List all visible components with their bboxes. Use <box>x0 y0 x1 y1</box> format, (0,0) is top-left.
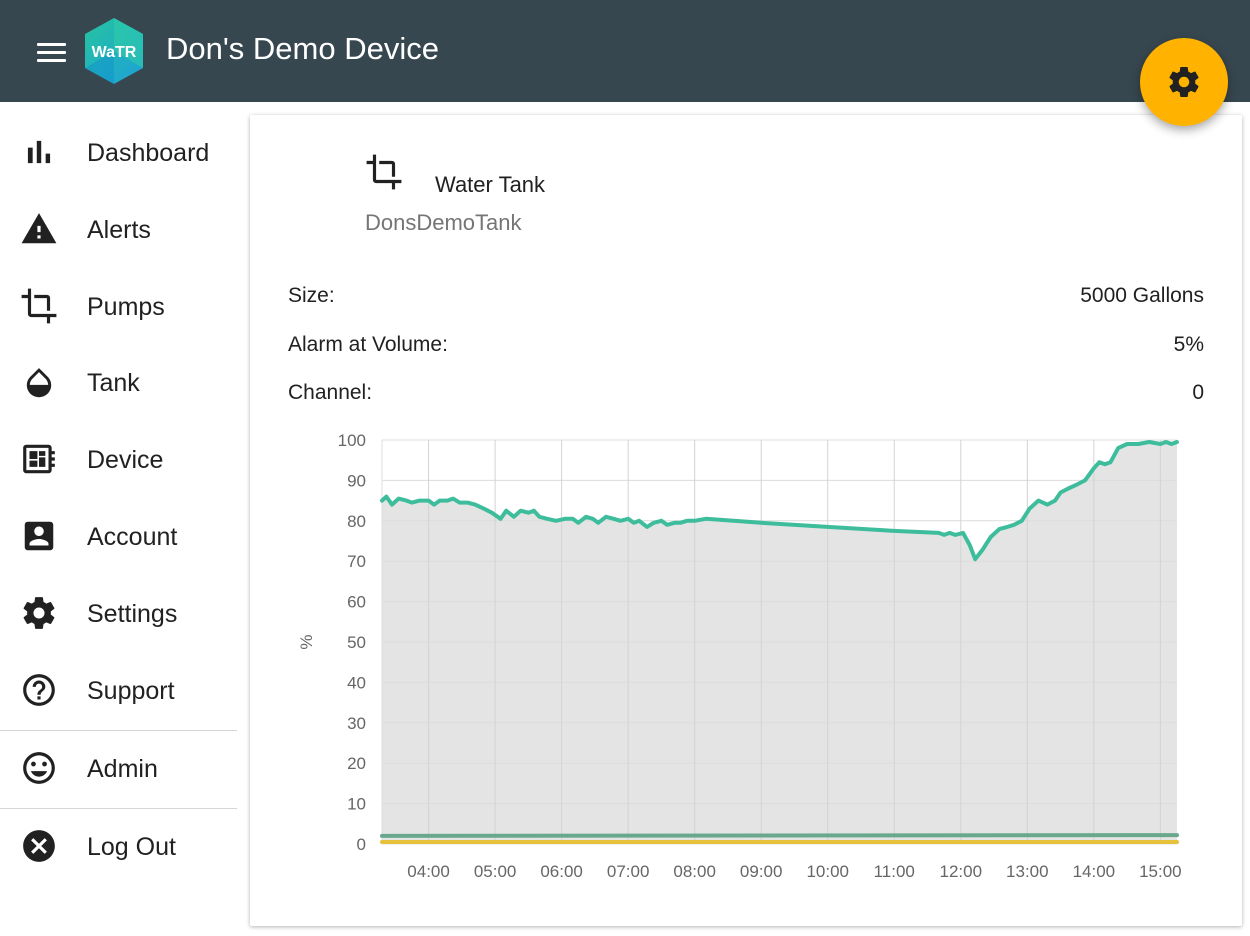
x-tick-label: 04:00 <box>407 862 450 881</box>
sidebar-item-label: Admin <box>87 755 158 783</box>
y-tick-label: 80 <box>347 512 366 531</box>
x-tick-label: 09:00 <box>740 862 783 881</box>
logo-text: WaTR <box>92 44 137 61</box>
sidebar-divider <box>0 808 237 809</box>
y-tick-label: 50 <box>347 633 366 652</box>
info-label: Size: <box>288 284 335 307</box>
smiley-icon <box>23 752 55 784</box>
sidebar-item-label: Log Out <box>87 833 176 861</box>
sidebar-item-label: Device <box>87 446 164 474</box>
x-tick-label: 10:00 <box>806 862 849 881</box>
sidebar-item-device[interactable]: Device <box>0 426 237 492</box>
crop-icon <box>366 154 402 190</box>
y-tick-label: 60 <box>347 593 366 612</box>
tank-card: Water Tank DonsDemoTank Size: 5000 Gallo… <box>250 115 1242 926</box>
sidebar-item-label: Alerts <box>87 216 151 244</box>
sidebar-item-dashboard[interactable]: Dashboard <box>0 119 237 185</box>
account-box-icon <box>24 521 54 551</box>
sidebar-item-label: Dashboard <box>87 139 210 167</box>
sidebar: Dashboard Alerts Pumps Tank Device Accou… <box>0 102 237 936</box>
y-tick-label: 100 <box>338 431 366 450</box>
x-tick-label: 08:00 <box>673 862 716 881</box>
x-tick-label: 13:00 <box>1006 862 1049 881</box>
y-tick-label: 20 <box>347 754 366 773</box>
tank-subtitle: DonsDemoTank <box>365 210 522 235</box>
info-label: Channel: <box>288 381 373 404</box>
x-tick-label: 11:00 <box>874 862 915 881</box>
sidebar-item-pumps[interactable]: Pumps <box>0 273 237 339</box>
sidebar-item-label: Support <box>87 677 175 705</box>
sidebar-item-label: Tank <box>87 369 140 397</box>
warning-icon <box>21 213 57 244</box>
settings-fab-button[interactable] <box>1140 38 1228 126</box>
sidebar-item-label: Pumps <box>87 293 165 321</box>
help-circle-icon <box>23 674 55 706</box>
gear-icon <box>23 597 55 629</box>
device-icon <box>23 444 55 474</box>
info-value: 5% <box>1173 333 1204 356</box>
y-tick-label: 40 <box>347 673 366 692</box>
info-row-alarm: Alarm at Volume: 5% <box>288 333 1204 363</box>
menu-icon[interactable] <box>34 38 70 66</box>
sidebar-item-settings[interactable]: Settings <box>0 580 237 646</box>
sidebar-divider <box>0 730 237 731</box>
y-tick-label: 0 <box>357 835 366 854</box>
sidebar-item-alerts[interactable]: Alerts <box>0 196 237 262</box>
series-line <box>380 833 1179 838</box>
x-tick-label: 14:00 <box>1073 862 1116 881</box>
info-row-size: Size: 5000 Gallons <box>288 284 1204 314</box>
tank-title: Water Tank <box>435 172 546 197</box>
app-logo[interactable]: WaTR <box>82 16 146 86</box>
y-tick-label: 30 <box>347 714 366 733</box>
sidebar-item-label: Account <box>87 523 178 551</box>
info-value: 5000 Gallons <box>1080 284 1204 307</box>
x-tick-label: 12:00 <box>940 862 983 881</box>
sidebar-item-tank[interactable]: Tank <box>0 349 237 415</box>
close-circle-icon <box>23 830 55 862</box>
x-tick-label: 15:00 <box>1139 862 1182 881</box>
info-row-channel: Channel: 0 <box>288 381 1204 411</box>
app-bar: WaTR Don's Demo Device <box>0 0 1250 102</box>
sidebar-item-logout[interactable]: Log Out <box>0 813 237 879</box>
x-tick-label: 06:00 <box>540 862 583 881</box>
sidebar-item-support[interactable]: Support <box>0 657 237 723</box>
water-drop-icon <box>26 368 52 398</box>
page-title: Don's Demo Device <box>166 31 439 66</box>
sidebar-item-label: Settings <box>87 600 178 628</box>
tank-level-chart: 0 10 20 30 40 50 60 70 80 90 100 04:00 05:00 06:00 07:… <box>297 431 1182 881</box>
chart-area-fill <box>382 442 1177 844</box>
y-tick-label: 10 <box>347 795 366 814</box>
info-value: 0 <box>1192 381 1204 404</box>
x-tick-label: 05:00 <box>474 862 517 881</box>
y-axis-label: % <box>297 634 316 649</box>
sidebar-item-admin[interactable]: Admin <box>0 735 237 801</box>
info-label: Alarm at Volume: <box>288 333 448 356</box>
y-tick-label: 90 <box>347 471 366 490</box>
sidebar-item-account[interactable]: Account <box>0 503 237 569</box>
bar-chart-icon <box>27 140 51 164</box>
crop-icon <box>21 288 57 324</box>
gear-icon <box>1169 67 1199 97</box>
x-tick-label: 07:00 <box>607 862 650 881</box>
y-tick-label: 70 <box>347 552 366 571</box>
